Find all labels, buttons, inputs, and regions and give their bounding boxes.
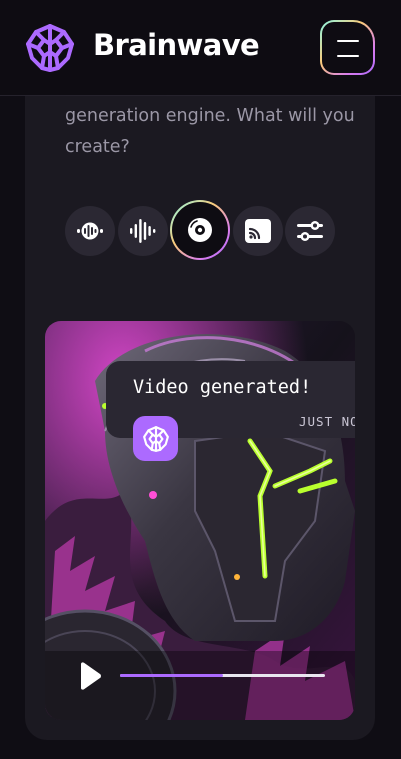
toast-avatar — [133, 416, 178, 461]
toast-timestamp: JUST NOW — [299, 414, 355, 429]
brain-chip-icon[interactable] — [24, 22, 76, 74]
cast-icon — [245, 219, 271, 243]
sound-bars-icon — [130, 219, 156, 243]
toast-title: Video generated! — [133, 377, 312, 398]
video-progress-fill — [120, 674, 223, 677]
sliders-icon — [297, 221, 323, 241]
tool-sound-button[interactable] — [118, 206, 168, 256]
brain-chip-icon — [142, 425, 169, 452]
menu-icon-line — [337, 55, 359, 57]
audio-wave-icon — [77, 222, 103, 240]
brand-name[interactable]: Brainwave — [93, 28, 260, 62]
header: Brainwave — [0, 0, 401, 96]
intro-text: generation engine. What will you create? — [65, 106, 355, 157]
menu-button[interactable] — [320, 20, 375, 75]
tool-settings-button[interactable] — [285, 206, 335, 256]
play-icon[interactable] — [78, 662, 102, 690]
tool-audio-button[interactable] — [65, 206, 115, 256]
disc-icon — [188, 218, 212, 242]
tool-cast-button[interactable] — [233, 206, 283, 256]
menu-icon — [337, 40, 359, 42]
tool-disc-button[interactable] — [170, 200, 230, 260]
video-progress-bar[interactable] — [120, 674, 325, 677]
